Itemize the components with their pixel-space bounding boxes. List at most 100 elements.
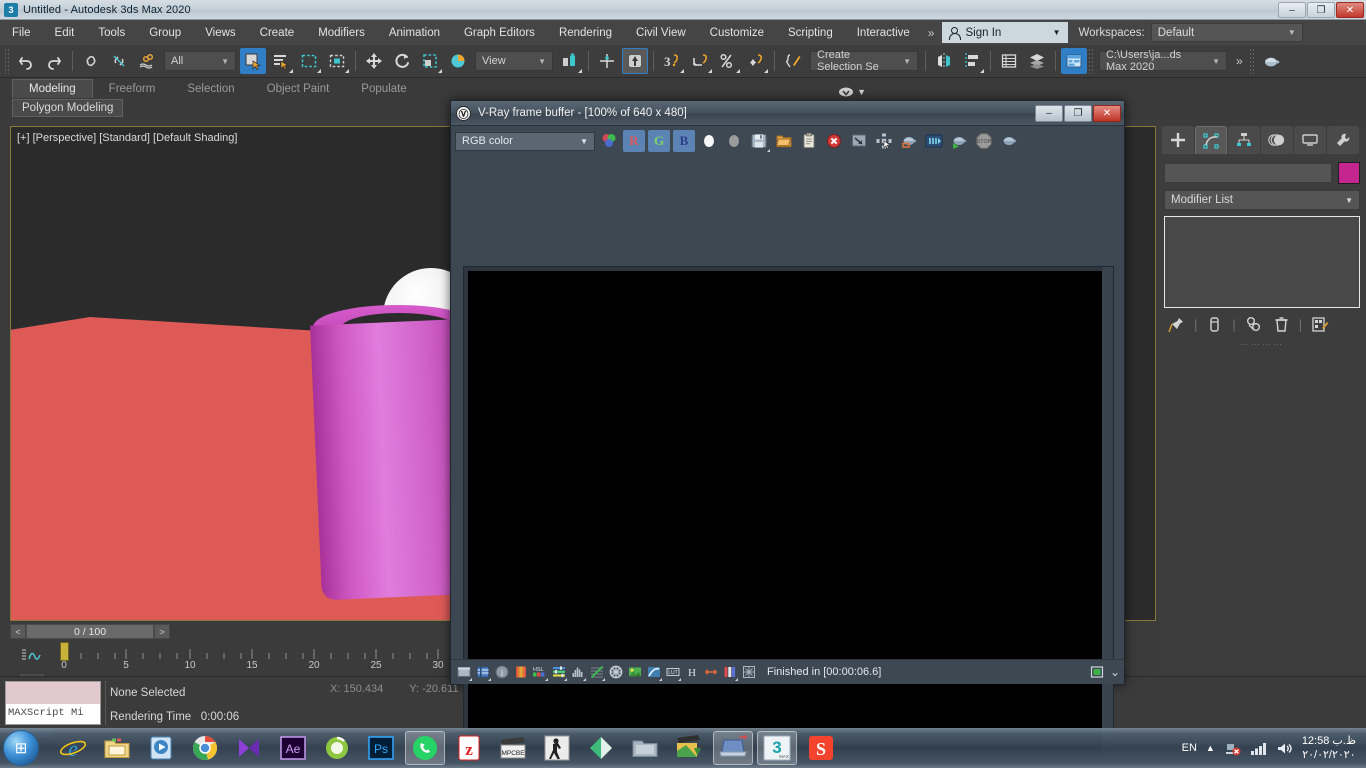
icc-icon[interactable]	[721, 664, 738, 681]
network-icon[interactable]	[1224, 741, 1241, 756]
display-tab[interactable]	[1294, 126, 1326, 154]
menu-views[interactable]: Views	[193, 24, 247, 42]
select-and-scale-icon[interactable]	[417, 48, 443, 74]
menu-overflow-icon[interactable]: »	[922, 26, 941, 40]
load-image-icon[interactable]	[773, 130, 795, 152]
zarchiver-icon[interactable]: z	[449, 731, 489, 765]
reference-coordinate-icon[interactable]	[445, 48, 471, 74]
clipboard-icon[interactable]	[798, 130, 820, 152]
start-orb[interactable]: ⊞	[3, 730, 39, 766]
maximize-button[interactable]: ❐	[1307, 2, 1335, 18]
rectangular-selection-region-icon[interactable]	[296, 48, 322, 74]
menu-rendering[interactable]: Rendering	[547, 24, 624, 42]
menu-interactive[interactable]: Interactive	[845, 24, 922, 42]
stop-render-icon[interactable]: STOP	[973, 130, 995, 152]
use-selection-center-icon[interactable]	[594, 48, 620, 74]
edit-named-selection-sets-icon[interactable]	[780, 48, 806, 74]
create-tab[interactable]	[1162, 126, 1194, 154]
vfb-titlebar[interactable]: Ⓥ V-Ray frame buffer - [100% of 640 x 48…	[451, 101, 1124, 126]
coord-x-value[interactable]: 150.434	[343, 683, 383, 695]
named-selection-sets-dropdown[interactable]: Create Selection Se ▼	[810, 49, 918, 73]
toolbar-grip[interactable]	[1248, 48, 1254, 74]
menu-file[interactable]: File	[0, 24, 43, 42]
internet-explorer-icon[interactable]: e	[53, 731, 93, 765]
select-and-manipulate-icon[interactable]	[622, 48, 648, 74]
menu-create[interactable]: Create	[248, 24, 307, 42]
taskbar-clock[interactable]: 12:58 ظ.ب ٢٠/٠٢/٢٠٢٠	[1302, 734, 1360, 762]
vfb-minimize-button[interactable]: –	[1035, 104, 1063, 122]
modifier-stack[interactable]	[1164, 216, 1360, 308]
toolbar-grip[interactable]	[4, 48, 9, 74]
hsl-icon[interactable]: HSL	[531, 664, 548, 681]
maxscript-output-pane[interactable]	[6, 682, 100, 704]
lens-effects-icon[interactable]	[702, 664, 719, 681]
object-name-input[interactable]	[1164, 163, 1332, 183]
menu-customize[interactable]: Customize	[698, 24, 776, 42]
snaps-toggle-icon[interactable]: 3	[659, 48, 685, 74]
ribbon-tab-object-paint[interactable]: Object Paint	[251, 80, 346, 98]
green-diamond-icon[interactable]	[581, 731, 621, 765]
menu-tools[interactable]: Tools	[86, 24, 137, 42]
blue-channel-toggle[interactable]: B	[673, 130, 695, 152]
vfb-close-button[interactable]: ✕	[1093, 104, 1121, 122]
google-chrome-icon[interactable]	[185, 731, 225, 765]
pin-stack-icon[interactable]	[1168, 316, 1185, 333]
show-render-window-icon[interactable]	[455, 664, 472, 681]
3ds-max-icon[interactable]: 3 MAX	[757, 731, 797, 765]
filmic-tonemap-icon[interactable]	[645, 664, 662, 681]
start-render-icon[interactable]	[948, 130, 970, 152]
bind-to-space-warp-icon[interactable]	[134, 48, 160, 74]
hue-icon[interactable]: H	[683, 664, 700, 681]
select-by-name-button[interactable]	[268, 48, 294, 74]
menu-civil-view[interactable]: Civil View	[624, 24, 698, 42]
render-sequence-icon[interactable]	[998, 130, 1020, 152]
media-player-icon[interactable]	[141, 731, 181, 765]
info-icon[interactable]: i	[493, 664, 510, 681]
ribbon-tab-modeling[interactable]: Modeling	[12, 79, 93, 98]
signal-icon[interactable]	[1250, 741, 1267, 756]
select-and-rotate-icon[interactable]	[389, 48, 415, 74]
viewport-label[interactable]: [+] [Perspective] [Standard] [Default Sh…	[17, 132, 237, 144]
monochrome-icon[interactable]	[723, 130, 745, 152]
minimize-button[interactable]: –	[1278, 2, 1306, 18]
volume-icon[interactable]	[1276, 741, 1293, 756]
hierarchy-tab[interactable]	[1228, 126, 1260, 154]
modifier-list-dropdown[interactable]: Modifier List ▼	[1164, 190, 1360, 210]
toggle-layer-explorer-icon[interactable]	[1024, 48, 1050, 74]
mpc-be-icon[interactable]: MPCBE	[493, 731, 533, 765]
use-pivot-point-center-icon[interactable]	[557, 48, 583, 74]
motion-tab[interactable]	[1261, 126, 1293, 154]
ocio-icon[interactable]	[740, 664, 757, 681]
undo-button[interactable]	[13, 48, 39, 74]
green-channel-toggle[interactable]: G	[648, 130, 670, 152]
color-channels-icon[interactable]	[598, 130, 620, 152]
select-and-link-icon[interactable]	[78, 48, 104, 74]
ribbon-panel-polygon-modeling[interactable]: Polygon Modeling	[12, 99, 124, 117]
video-player-icon[interactable]	[229, 731, 269, 765]
color-corrections-icon[interactable]	[512, 664, 529, 681]
save-image-icon[interactable]	[748, 130, 770, 152]
panel-resize-handle[interactable]: ⋯⋯⋯⋯	[1158, 339, 1366, 350]
clear-image-icon[interactable]	[823, 130, 845, 152]
configure-modifier-sets-icon[interactable]	[1311, 316, 1329, 333]
current-frame-field[interactable]: 0 / 100	[26, 624, 154, 639]
toolbar-overflow-icon[interactable]: »	[1230, 54, 1249, 68]
menu-edit[interactable]: Edit	[43, 24, 87, 42]
redo-button[interactable]	[41, 48, 67, 74]
toggle-scene-explorer-icon[interactable]	[996, 48, 1022, 74]
layers-icon[interactable]	[474, 664, 491, 681]
duplicate-to-max-frame-buffer-icon[interactable]	[848, 130, 870, 152]
ribbon-options-dropdown[interactable]: ▼	[838, 86, 866, 98]
select-and-move-icon[interactable]	[361, 48, 387, 74]
spinner-snap-toggle-icon[interactable]	[743, 48, 769, 74]
alpha-channel-icon[interactable]	[698, 130, 720, 152]
align-icon[interactable]	[959, 48, 985, 74]
material-editor-icon[interactable]	[1258, 48, 1284, 74]
close-button[interactable]: ✕	[1336, 2, 1364, 18]
unlink-selection-icon[interactable]	[106, 48, 132, 74]
show-end-result-icon[interactable]	[1206, 316, 1223, 333]
video-editor-icon[interactable]	[669, 731, 709, 765]
reference-coordinate-dropdown[interactable]: View ▼	[475, 51, 553, 71]
whatsapp-icon[interactable]	[405, 731, 445, 765]
vray-frame-buffer-window[interactable]: Ⓥ V-Ray frame buffer - [100% of 640 x 48…	[450, 100, 1125, 756]
